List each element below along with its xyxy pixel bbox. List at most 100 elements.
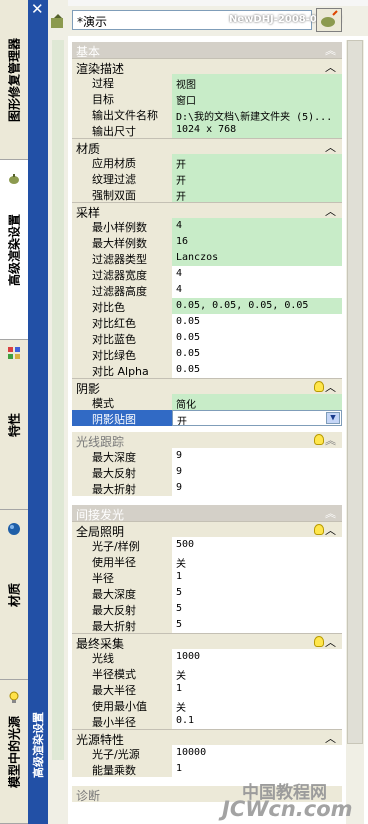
prop-value[interactable]: 0.05 (172, 314, 342, 330)
category-final-gather[interactable]: 最终采集 ︿ (72, 633, 342, 651)
prop-row-filter-width[interactable]: 过滤器宽度 4 (72, 266, 342, 282)
prop-value[interactable]: 窗口 (172, 90, 342, 106)
prop-value[interactable]: 0.05 (172, 330, 342, 346)
prop-value[interactable]: 关 (172, 665, 342, 681)
category-materials[interactable]: 材质 ︿ (72, 138, 342, 156)
scrollbar-thumb[interactable] (347, 40, 363, 744)
prop-row-output-size[interactable]: 输出尺寸 1024 x 768 (72, 122, 342, 138)
prop-value[interactable]: 5 (172, 617, 342, 633)
prop-value[interactable]: 开 (172, 154, 342, 170)
category-light-properties[interactable]: 光源特性 ︿ (72, 729, 342, 747)
tab-graphics-recovery-manager[interactable]: 图形修复管理器 (0, 0, 28, 160)
prop-value[interactable]: 1000 (172, 649, 342, 665)
prop-value[interactable]: 1 (172, 681, 342, 697)
tab-lights-in-model[interactable]: 模型中的光源 (0, 680, 28, 824)
prop-value[interactable]: 500 (172, 537, 342, 553)
light-bulb-toggle-icon[interactable] (314, 524, 324, 535)
prop-row-contrast-red[interactable]: 对比红色 0.05 (72, 314, 342, 330)
close-icon[interactable]: ✕ (31, 0, 44, 18)
prop-row-rt-max-depth[interactable]: 最大深度 9 (72, 448, 342, 464)
collapse-chevron-icon[interactable]: ︿ (325, 203, 336, 219)
prop-row-gi-max-depth[interactable]: 最大深度 5 (72, 585, 342, 601)
light-bulb-toggle-icon[interactable] (314, 434, 324, 445)
prop-row-radius[interactable]: 半径 1 (72, 569, 342, 585)
prop-value-dropdown[interactable]: 开 ▼ (172, 410, 342, 426)
prop-row-filter-type[interactable]: 过滤器类型 Lanczos (72, 250, 342, 266)
group-header-raytrace[interactable]: 光线跟踪 ︽ (72, 432, 342, 449)
prop-row-energy-multiplier[interactable]: 能量乘数 1 (72, 761, 342, 777)
prop-row-contrast-alpha[interactable]: 对比 Alpha 0.05 (72, 362, 342, 378)
prop-row-fg-use-min[interactable]: 使用最小值关 (72, 697, 342, 713)
prop-row-photons-per-sample[interactable]: 光子/样例 500 (72, 537, 342, 553)
prop-value[interactable]: 4 (172, 282, 342, 298)
prop-value[interactable]: D:\我的文档\新建文件夹 (5)... (172, 106, 342, 122)
prop-value[interactable]: 5 (172, 601, 342, 617)
category-sampling[interactable]: 采样 ︿ (72, 202, 342, 220)
prop-value[interactable]: 9 (172, 480, 342, 496)
prop-row-photons-per-light[interactable]: 光子/光源 10000 (72, 745, 342, 761)
prop-row-fg-min-radius[interactable]: 最小半径 0.1 (72, 713, 342, 729)
prop-value[interactable]: 0.1 (172, 713, 342, 729)
tab-materials[interactable]: 材质 (0, 510, 28, 680)
collapse-chevron-icon[interactable]: ︿ (325, 59, 336, 75)
prop-row-fg-radius-mode[interactable]: 半径模式关 (72, 665, 342, 681)
prop-value[interactable]: 视图 (172, 74, 342, 90)
chevron-down-icon[interactable]: ▼ (326, 412, 340, 424)
prop-row-shadow-map[interactable]: 阴影贴图开 ▼ (72, 410, 342, 426)
collapse-chevron-icon[interactable]: ︽ (325, 505, 336, 521)
prop-value[interactable]: 开 (172, 186, 342, 202)
prop-row-shadow-mode[interactable]: 模式 简化 (72, 394, 342, 410)
prop-row-use-radius[interactable]: 使用半径关 (72, 553, 342, 569)
prop-value[interactable]: 关 (172, 697, 342, 713)
prop-row-max-samples[interactable]: 最大样例数 16 (72, 234, 342, 250)
prop-row-destination[interactable]: 目标 窗口 (72, 90, 342, 106)
prop-value[interactable]: 1 (172, 569, 342, 585)
prop-value[interactable]: 0.05 (172, 362, 342, 378)
prop-value[interactable]: 开 (172, 170, 342, 186)
prop-row-apply-materials[interactable]: 应用材质开 (72, 154, 342, 170)
prop-row-output-file[interactable]: 输出文件名称 D:\我的文档\新建文件夹 (5)... (72, 106, 342, 122)
prop-row-force-2sided[interactable]: 强制双面开 (72, 186, 342, 202)
prop-row-gi-max-reflect[interactable]: 最大反射 5 (72, 601, 342, 617)
category-render-desc[interactable]: 渲染描述 ︿ (72, 58, 342, 76)
prop-row-min-samples[interactable]: 最小样例数 4 (72, 218, 342, 234)
collapse-chevron-icon[interactable]: ︿ (325, 139, 336, 155)
category-global-illumination[interactable]: 全局照明 ︿ (72, 521, 342, 539)
prop-value[interactable]: 0.05 (172, 346, 342, 362)
prop-value[interactable]: 1024 x 768 (172, 122, 342, 138)
prop-value[interactable]: 4 (172, 266, 342, 282)
prop-row-texture-filter[interactable]: 纹理过滤开 (72, 170, 342, 186)
tab-properties[interactable]: 特性 (0, 340, 28, 510)
prop-value[interactable]: 4 (172, 218, 342, 234)
prop-row-fg-rays[interactable]: 光线 1000 (72, 649, 342, 665)
prop-row-rt-max-refract[interactable]: 最大折射 9 (72, 480, 342, 496)
prop-row-procedure[interactable]: 过程 视图 (72, 74, 342, 90)
group-header-basic[interactable]: 基本 ︽ (72, 42, 342, 59)
collapse-chevron-icon[interactable]: ︽ (325, 42, 336, 58)
tab-advanced-render-settings[interactable]: 高级渲染设置 (0, 160, 28, 340)
collapse-chevron-icon[interactable]: ︿ (325, 730, 336, 746)
light-bulb-toggle-icon[interactable] (314, 381, 324, 392)
prop-value[interactable]: 16 (172, 234, 342, 250)
prop-row-contrast-green[interactable]: 对比绿色 0.05 (72, 346, 342, 362)
prop-value[interactable]: 1 (172, 761, 342, 777)
collapse-chevron-icon[interactable]: ︿ (325, 379, 336, 395)
prop-value[interactable]: 5 (172, 585, 342, 601)
prop-row-fg-max-radius[interactable]: 最大半径 1 (72, 681, 342, 697)
prop-value[interactable]: 关 (172, 553, 342, 569)
prop-row-rt-max-reflect[interactable]: 最大反射 9 (72, 464, 342, 480)
prop-value[interactable]: Lanczos (172, 250, 342, 266)
collapse-chevron-icon[interactable]: ︿ (325, 634, 336, 650)
prop-value[interactable]: 简化 (172, 394, 342, 410)
prop-value[interactable]: 0.05, 0.05, 0.05, 0.05 (172, 298, 342, 314)
prop-value[interactable]: 9 (172, 448, 342, 464)
category-shadows[interactable]: 阴影 ︿ (72, 378, 342, 396)
prop-row-gi-max-refract[interactable]: 最大折射 5 (72, 617, 342, 633)
light-bulb-toggle-icon[interactable] (314, 636, 324, 647)
render-button[interactable] (316, 8, 342, 32)
collapse-chevron-icon[interactable]: ︽ (325, 432, 336, 448)
prop-row-contrast-color[interactable]: 对比色 0.05, 0.05, 0.05, 0.05 (72, 298, 342, 314)
collapse-chevron-icon[interactable]: ︿ (325, 522, 336, 538)
prop-row-contrast-blue[interactable]: 对比蓝色 0.05 (72, 330, 342, 346)
prop-value[interactable]: 10000 (172, 745, 342, 761)
